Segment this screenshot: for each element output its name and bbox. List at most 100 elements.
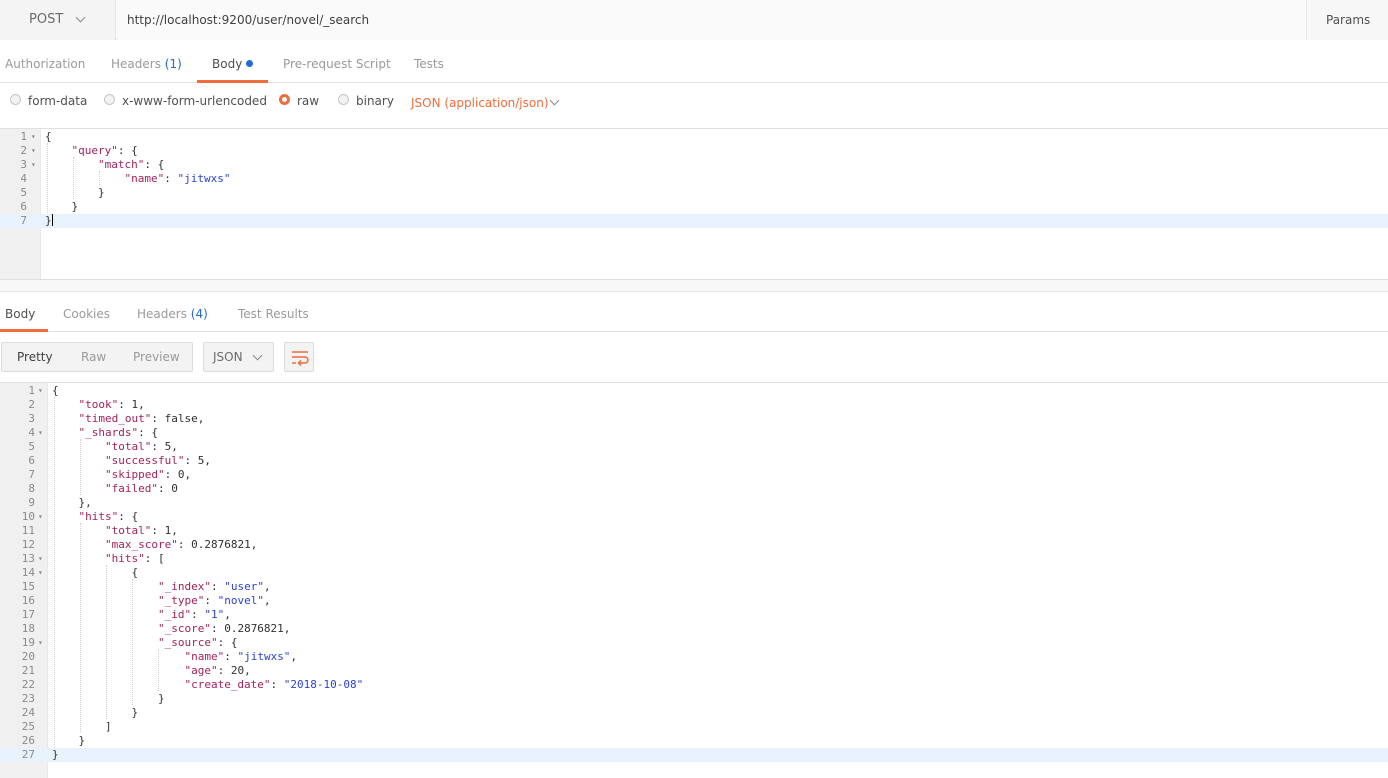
modified-dot-icon (246, 60, 254, 67)
code-text: } (45, 200, 79, 213)
line-number: 23 (21, 692, 35, 705)
params-button[interactable]: Params (1306, 0, 1388, 40)
line-number: 1 (20, 130, 27, 143)
chevron-down-icon (75, 12, 86, 23)
line-number: 1 (28, 384, 35, 397)
code-line: 10 ▾ "hits": { (0, 510, 1388, 524)
format-dropdown[interactable]: JSON (203, 342, 274, 372)
response-body-viewer[interactable]: 1 ▾{2 "took": 1, 3 "timed_out": false, 4 ▾ "… (0, 383, 1388, 778)
code-line: 9 }, (0, 496, 1388, 510)
view-preview-button[interactable]: Preview (133, 343, 180, 371)
fold-toggle-icon[interactable]: ▾ (38, 566, 43, 580)
radio-label: form-data (28, 94, 88, 108)
format-label: JSON (213, 350, 243, 364)
request-body-editor[interactable]: 1 ▾{2 ▾ "query": {3 ▾ "match": {4 "name": "… (0, 129, 1388, 280)
fold-toggle-icon[interactable]: ▾ (38, 636, 43, 650)
tab-headers[interactable]: Headers (1) (111, 40, 182, 83)
code-text: "age": 20, (184, 664, 251, 677)
chevron-down-icon[interactable] (549, 95, 560, 106)
code-text: "total": 1, (104, 524, 178, 537)
params-label: Params (1326, 13, 1371, 27)
line-number: 11 (21, 524, 35, 537)
fold-toggle-icon[interactable]: ▾ (38, 426, 43, 440)
code-line: 4 "name": "jitwxs" (0, 172, 1388, 186)
code-line: 2 ▾ "query": { (0, 144, 1388, 158)
line-number: 3 (20, 158, 27, 171)
code-text: "_score": 0.2876821, (157, 622, 291, 635)
code-text: { (52, 566, 139, 579)
line-number: 25 (21, 720, 35, 733)
tab-label: Body (212, 57, 243, 71)
code-line: 20 "name": "jitwxs", (0, 650, 1388, 664)
code-line: 7 "skipped": 0, (0, 468, 1388, 482)
code-text: { (45, 130, 52, 143)
code-line: 4 ▾ "_shards": { (0, 426, 1388, 440)
pane-divider[interactable] (0, 280, 1388, 292)
code-text: "_index": "user", (157, 580, 271, 593)
code-line: 26 } (0, 734, 1388, 748)
code-line: 1 ▾{ (0, 384, 1388, 398)
radio-raw[interactable] (279, 94, 290, 105)
tab-response-headers[interactable]: Headers (4) (137, 292, 208, 332)
fold-toggle-icon[interactable]: ▾ (31, 158, 36, 172)
code-line: 13 ▾ "hits": [ (0, 552, 1388, 566)
wrap-lines-icon (292, 351, 309, 367)
line-number: 26 (21, 734, 35, 747)
tab-label: Headers (137, 307, 187, 321)
response-toolbar: Pretty Raw Preview JSON (0, 332, 1388, 383)
fold-toggle-icon[interactable]: ▾ (38, 510, 43, 524)
line-number: 22 (21, 678, 35, 691)
code-text: "name": "jitwxs", (184, 650, 298, 663)
code-line: 27} (0, 748, 1388, 762)
request-url-bar: POST Params (0, 0, 1388, 40)
wrap-lines-button[interactable] (284, 342, 314, 372)
content-type-dropdown[interactable]: JSON (application/json) (411, 96, 549, 110)
code-line: 21 "age": 20, (0, 664, 1388, 678)
line-number: 8 (28, 482, 35, 495)
tab-label: Test Results (238, 307, 309, 321)
tab-tests[interactable]: Tests (414, 40, 444, 83)
line-number: 13 (21, 552, 35, 565)
line-number: 4 (20, 172, 27, 185)
line-number: 4 (28, 426, 35, 439)
view-mode-switch: Pretty Raw Preview (1, 342, 193, 372)
code-text: "_shards": { (78, 426, 158, 439)
code-line: 1 ▾ { (0, 130, 1388, 144)
code-text: }, (52, 496, 92, 509)
radio-label: raw (297, 94, 320, 108)
tab-count: (4) (190, 307, 208, 321)
line-number: 27 (21, 748, 35, 761)
code-line: 18 "_score": 0.2876821, (0, 622, 1388, 636)
code-line: 5 "total": 5, (0, 440, 1388, 454)
view-raw-button[interactable]: Raw (81, 343, 106, 371)
tab-label: Headers (111, 57, 161, 71)
code-line: 6 } (0, 200, 1388, 214)
url-input[interactable] (117, 0, 1306, 40)
fold-toggle-icon[interactable]: ▾ (38, 552, 43, 566)
code-text: "took": 1, (78, 398, 145, 411)
radio-binary[interactable] (338, 94, 349, 105)
tab-pre-request-script[interactable]: Pre-request Script (283, 40, 391, 83)
view-pretty-button[interactable]: Pretty (17, 343, 53, 371)
line-number: 12 (21, 538, 35, 551)
code-line: 19 ▾ "_source": { (0, 636, 1388, 650)
line-number: 3 (28, 412, 35, 425)
fold-toggle-icon[interactable]: ▾ (38, 384, 43, 398)
tab-response-body[interactable]: Body (0, 292, 48, 332)
code-text: "_type": "novel", (157, 594, 271, 607)
code-line: 2 "took": 1, (0, 398, 1388, 412)
tab-cookies[interactable]: Cookies (63, 292, 110, 332)
code-text: } (52, 692, 165, 705)
code-text: "_source": { (157, 636, 238, 649)
method-dropdown[interactable]: POST (0, 0, 116, 40)
tab-authorization[interactable]: Authorization (5, 40, 85, 83)
radio-urlencoded[interactable] (104, 94, 115, 105)
fold-toggle-icon[interactable]: ▾ (31, 144, 36, 158)
code-text: "hits": [ (104, 552, 165, 565)
fold-toggle-icon[interactable]: ▾ (31, 130, 36, 144)
radio-form-data[interactable] (10, 94, 21, 105)
code-text: "timed_out": false, (78, 412, 205, 425)
tab-body[interactable]: Body (197, 40, 268, 83)
tab-test-results[interactable]: Test Results (238, 292, 309, 332)
code-line: 17 "_id": "1", (0, 608, 1388, 622)
